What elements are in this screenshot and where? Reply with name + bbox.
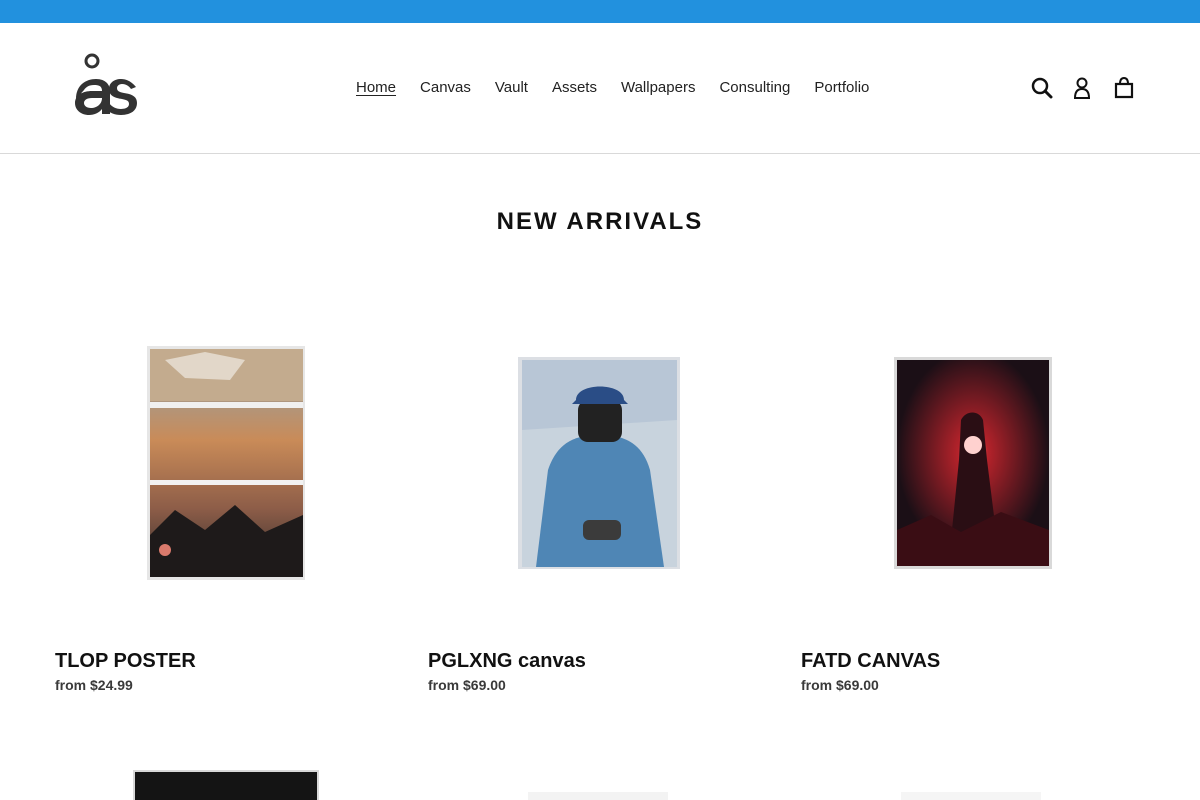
site-header: Home Canvas Vault Assets Wallpapers Cons… [0, 23, 1200, 154]
as-logo-icon[interactable] [70, 53, 140, 117]
product-card-tlop[interactable]: TLOP POSTER from $24.99 [55, 300, 401, 700]
nav-item-portfolio[interactable]: Portfolio [814, 78, 869, 98]
nav-item-canvas[interactable]: Canvas [420, 78, 471, 98]
product-title[interactable]: TLOP POSTER [55, 650, 196, 673]
search-icon[interactable] [1031, 76, 1053, 105]
product-title[interactable]: FATD CANVAS [801, 650, 940, 673]
nav-item-wallpapers[interactable]: Wallpapers [621, 78, 695, 98]
product-image-partial[interactable] [55, 740, 401, 800]
product-image-partial[interactable] [428, 740, 774, 800]
product-title[interactable]: PGLXNG canvas [428, 650, 586, 673]
nav-item-assets[interactable]: Assets [552, 78, 597, 98]
announcement-bar [0, 0, 1200, 23]
product-image[interactable] [428, 300, 774, 630]
nav-item-vault[interactable]: Vault [495, 78, 528, 98]
nav-item-home[interactable]: Home [356, 78, 396, 98]
product-price: from $69.00 [428, 677, 506, 693]
product-price: from $24.99 [55, 677, 133, 693]
product-card-fatd[interactable]: FATD CANVAS from $69.00 [801, 300, 1147, 700]
nav-item-consulting[interactable]: Consulting [719, 78, 790, 98]
account-icon[interactable] [1072, 76, 1092, 105]
section-title: NEW ARRIVALS [496, 208, 704, 235]
main-nav: Home Canvas Vault Assets Wallpapers Cons… [356, 78, 869, 98]
product-card-pglxng[interactable]: PGLXNG canvas from $69.00 [428, 300, 774, 700]
product-image[interactable] [801, 300, 1147, 630]
cart-icon[interactable] [1113, 76, 1135, 105]
product-image-partial[interactable] [801, 740, 1147, 800]
product-price: from $69.00 [801, 677, 879, 693]
product-image[interactable] [55, 300, 401, 630]
